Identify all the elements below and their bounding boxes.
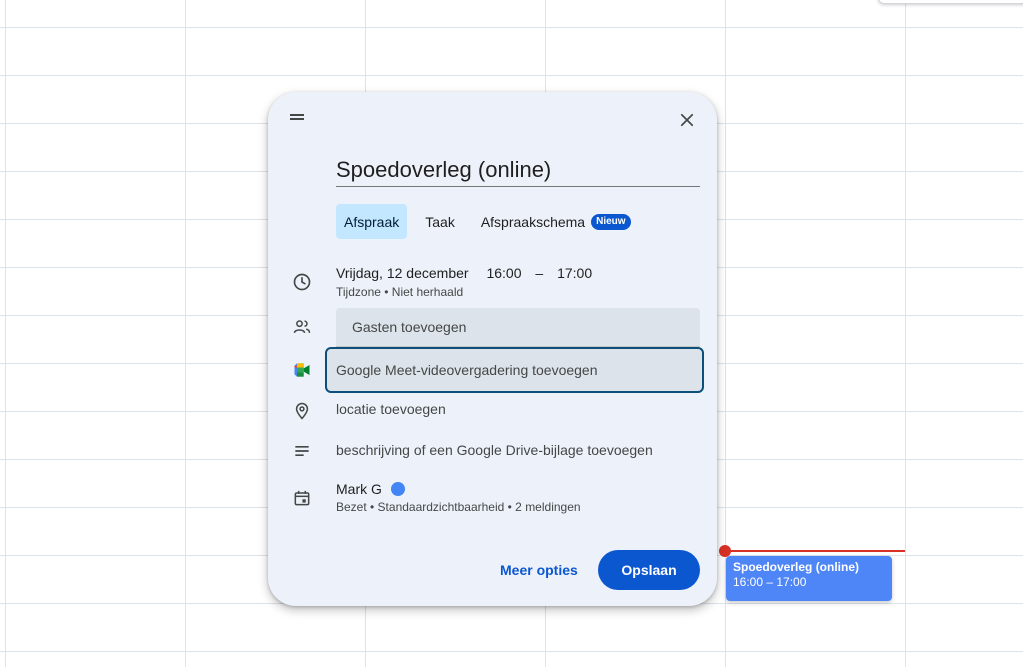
title-input[interactable] — [336, 154, 700, 187]
tab-label: Taak — [425, 213, 455, 230]
calendar-owner-button[interactable]: Mark G — [336, 481, 405, 497]
location-field[interactable]: locatie toevoegen — [336, 401, 446, 417]
description-field[interactable]: beschrijving of een Google Drive-bijlage… — [336, 442, 653, 458]
tab-taak[interactable]: Taak — [417, 204, 463, 239]
availability-details[interactable]: Bezet • Standaardzichtbaarheid • 2 meldi… — [336, 500, 581, 514]
tab-label: Afspraak — [344, 213, 400, 230]
guests-input[interactable]: Gasten toevoegen — [336, 308, 700, 347]
calendar-icon — [290, 486, 314, 510]
calendar-color-dot — [390, 482, 405, 496]
location-pin-icon — [290, 399, 314, 423]
time-separator: – — [535, 265, 544, 281]
people-icon — [290, 315, 314, 339]
google-meet-button[interactable]: Google Meet-videovergadering toevoegen — [325, 347, 704, 393]
timezone-recurrence-link[interactable]: Tijdzone • Niet herhaald — [336, 285, 463, 299]
guests-placeholder: Gasten toevoegen — [352, 319, 467, 335]
partial-popup — [878, 0, 1023, 4]
owner-name: Mark G — [336, 481, 382, 497]
start-time-button[interactable]: 16:00 — [486, 265, 521, 281]
event-chip[interactable]: Spoedoverleg (online) 16:00 – 17:00 — [726, 556, 892, 601]
notes-icon — [290, 439, 314, 463]
tab-afspraakschema[interactable]: Afspraakschema Nieuw — [473, 204, 639, 239]
save-button[interactable]: Opslaan — [598, 550, 700, 590]
tab-label: Afspraakschema — [480, 213, 586, 230]
clock-icon — [290, 270, 314, 294]
new-badge: Nieuw — [591, 213, 631, 230]
close-icon — [680, 113, 694, 127]
date-button[interactable]: Vrijdag, 12 december — [336, 265, 469, 281]
event-chip-time: 16:00 – 17:00 — [733, 575, 807, 589]
event-chip-title: Spoedoverleg (online) — [733, 560, 860, 574]
event-dialog: Afspraak Taak Afspraakschema Nieuw Vrijda… — [268, 92, 717, 606]
close-button[interactable] — [673, 106, 701, 134]
google-meet-icon — [290, 358, 314, 382]
tab-afspraak[interactable]: Afspraak — [336, 204, 408, 239]
end-time-button[interactable]: 17:00 — [557, 265, 592, 281]
date-time: Vrijdag, 12 december 16:00 – 17:00 — [336, 265, 592, 281]
more-options-button[interactable]: Meer opties — [492, 550, 586, 590]
current-time-line — [725, 550, 905, 552]
event-type-tabs: Afspraak Taak Afspraakschema Nieuw — [336, 204, 649, 239]
drag-handle-icon[interactable] — [290, 114, 304, 120]
meet-label: Google Meet-videovergadering toevoegen — [336, 362, 598, 378]
